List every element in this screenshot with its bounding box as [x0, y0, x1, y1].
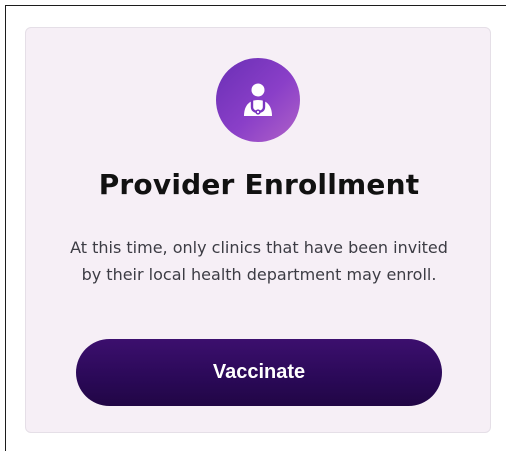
doctor-icon	[244, 83, 272, 116]
page: Provider Enrollment At this time, only c…	[0, 0, 506, 451]
frame-border-top	[5, 5, 506, 6]
doctor-avatar	[216, 58, 300, 142]
frame-border-left	[5, 5, 6, 451]
page-title: Provider Enrollment	[98, 168, 420, 201]
enrollment-card: Provider Enrollment At this time, only c…	[25, 27, 491, 433]
vaccinate-button[interactable]: Vaccinate	[76, 339, 442, 406]
enrollment-description: At this time, only clinics that have bee…	[70, 238, 448, 284]
